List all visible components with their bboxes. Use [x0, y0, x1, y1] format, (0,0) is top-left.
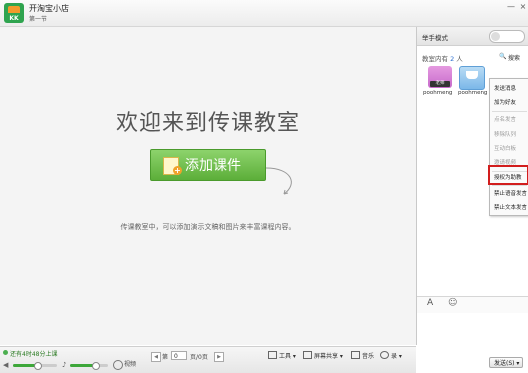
music-label: 音乐: [362, 353, 375, 360]
hand-raise-toggle[interactable]: [489, 30, 525, 43]
font-icon[interactable]: A: [427, 298, 433, 308]
menu-item-add-friend[interactable]: 加为好友: [494, 98, 528, 106]
add-courseware-label: 添加课件: [185, 158, 241, 174]
speaker-icon[interactable]: ◀: [3, 361, 8, 369]
screen-share-label: 屏幕共享 ▾: [314, 353, 343, 360]
search-icon[interactable]: 🔍: [499, 53, 506, 60]
search-link[interactable]: 搜索: [508, 53, 520, 62]
menu-item-send-message[interactable]: 发送消息: [494, 84, 528, 92]
app-logo-icon: KK: [4, 3, 24, 23]
status-dot-icon: [3, 350, 8, 355]
logo-text: KK: [9, 15, 19, 22]
member-name[interactable]: poohmeng: [458, 90, 487, 96]
mic-slider[interactable]: [70, 362, 108, 370]
menu-item-mute-voice[interactable]: 禁止语音发言: [494, 189, 528, 197]
welcome-heading: 欢迎来到传课教室: [115, 111, 300, 136]
music-button[interactable]: 音乐: [351, 351, 374, 360]
screen-share-icon: [303, 351, 312, 359]
video-toggle-icon[interactable]: [113, 360, 123, 370]
emoji-icon[interactable]: ☺: [448, 298, 457, 308]
minimize-icon[interactable]: —: [506, 2, 516, 12]
volume-slider[interactable]: [13, 362, 57, 370]
member-count-prefix: 教室内有: [422, 55, 448, 63]
title-bar: [0, 0, 528, 27]
next-page-button[interactable]: ▶: [214, 352, 224, 362]
menu-item-mute-text[interactable]: 禁止文本发言: [494, 203, 528, 211]
menu-separator: [492, 111, 527, 112]
mic-knob[interactable]: [91, 362, 100, 370]
class-countdown: 还有4时48分上课: [10, 351, 58, 358]
record-icon: [380, 351, 389, 359]
close-icon[interactable]: ×: [518, 2, 528, 12]
chat-toolbar: [417, 296, 528, 313]
previous-page-button[interactable]: ◀: [151, 352, 161, 362]
teacher-badge: 老师: [430, 81, 450, 87]
member-count-value: 2: [450, 55, 455, 63]
record-label: 录 ▾: [391, 353, 402, 360]
video-label[interactable]: 视频: [124, 359, 136, 368]
hand-raise-mode-label: 举手模式: [422, 34, 448, 42]
plus-icon: +: [173, 166, 182, 175]
member-count-suffix: 人: [456, 55, 463, 63]
classroom-canvas: [0, 27, 417, 345]
page-label-prefix: 第: [162, 354, 169, 361]
cup-icon: [466, 71, 478, 79]
page-number-input[interactable]: 0: [171, 351, 187, 360]
tools-label: 工具 ▾: [279, 353, 296, 360]
window-title: 开淘宝小店: [29, 4, 69, 13]
curved-arrow-icon: [265, 167, 292, 195]
send-button[interactable]: 发送(S) ▾: [489, 357, 523, 368]
menu-item-call-on: 点名发言: [494, 117, 517, 123]
page-label-suffix: 页/0页: [190, 354, 208, 361]
menu-item-remove-queue: 移除队列: [494, 132, 517, 138]
microphone-icon[interactable]: ♪: [62, 361, 66, 369]
menu-separator: [492, 185, 527, 186]
record-button[interactable]: 录 ▾: [380, 351, 402, 360]
member-count: 教室内有 2 人: [422, 53, 463, 63]
member-context-menu: 发送消息 加为好友 点名发言 移除队列 互动白板 邀请视频 授权为助教 禁止语音…: [489, 78, 528, 216]
music-icon: [351, 351, 360, 359]
menu-item-whiteboard: 互动白板: [494, 146, 517, 152]
student-avatar[interactable]: [459, 66, 485, 90]
courseware-hint: 传课教室中，可以添加演示文稿和图片来丰富课程内容。: [120, 223, 296, 231]
screen-share-button[interactable]: 屏幕共享 ▾: [303, 351, 343, 360]
highlight-box: [488, 165, 528, 185]
member-name[interactable]: poohmeng: [423, 90, 452, 96]
tools-icon: [268, 351, 277, 359]
lesson-subtitle: 第一节: [29, 16, 48, 23]
teacher-avatar[interactable]: 老师: [428, 66, 452, 88]
tools-menu-button[interactable]: 工具 ▾: [268, 351, 296, 360]
add-courseware-button[interactable]: + 添加课件: [150, 149, 266, 181]
mic-fill: [70, 364, 95, 367]
chat-input[interactable]: [417, 313, 528, 353]
